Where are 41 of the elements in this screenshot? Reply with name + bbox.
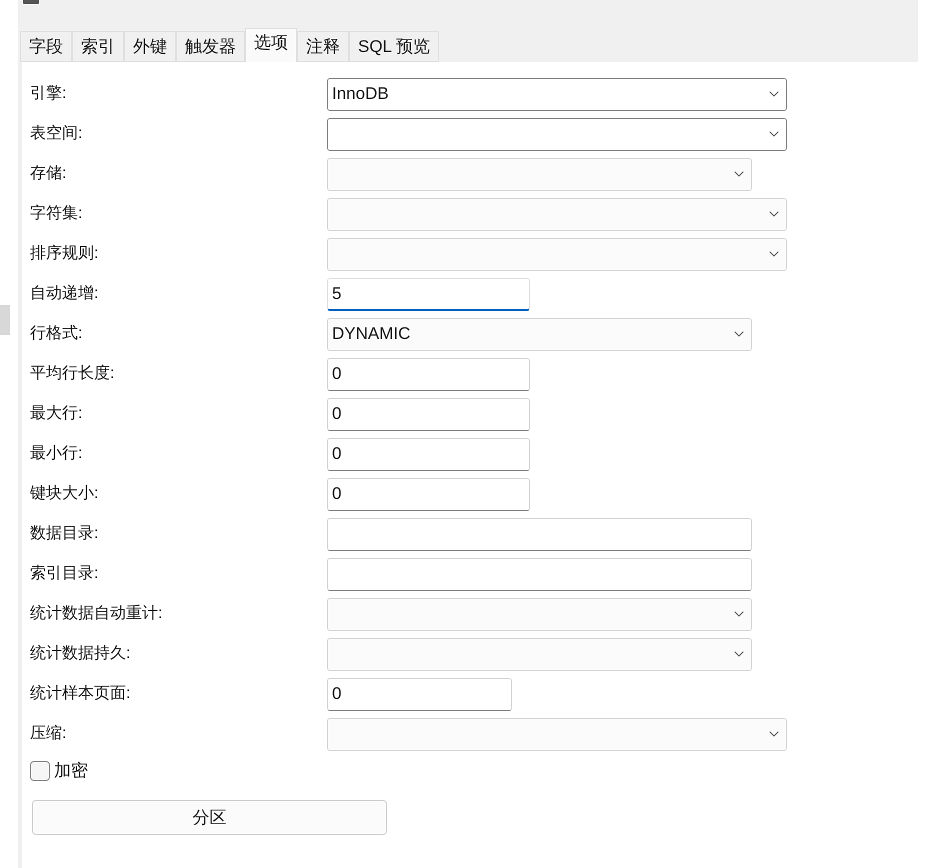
tab[interactable]: 触发器 [176, 31, 245, 62]
field-label: 引擎: [29, 84, 68, 104]
dropdown-value: InnoDB [332, 83, 389, 106]
field-label: 平均行长度: [29, 364, 116, 384]
tab[interactable]: 字段 [20, 31, 72, 62]
field-label: 压缩: [29, 724, 68, 744]
checkbox[interactable] [30, 761, 50, 781]
field-label: 最小行: [29, 444, 84, 464]
tab[interactable]: SQL 预览 [349, 31, 440, 62]
input-field[interactable] [327, 518, 752, 550]
field-label: 数据目录: [29, 524, 100, 544]
input-field[interactable]: 0 [327, 398, 530, 430]
input-field[interactable] [327, 558, 752, 590]
field-label: 索引目录: [29, 564, 100, 584]
checkbox-label: 加密 [54, 760, 88, 782]
dropdown[interactable]: InnoDB [327, 78, 787, 110]
tab[interactable]: 索引 [72, 31, 124, 62]
tab[interactable]: 注释 [297, 31, 349, 62]
field-label: 排序规则: [29, 244, 100, 264]
field-label: 存储: [29, 164, 68, 184]
field-label: 键块大小: [29, 484, 100, 504]
field-label: 行格式: [29, 324, 84, 344]
splitter-handle[interactable] [0, 305, 10, 335]
field-label: 表空间: [29, 124, 84, 144]
dropdown-value: DYNAMIC [332, 323, 410, 346]
input-field[interactable]: 0 [327, 358, 530, 390]
dropdown[interactable] [327, 118, 787, 150]
input-field[interactable]: 5 [327, 278, 530, 310]
tab[interactable]: 选项 [245, 28, 297, 62]
tab[interactable]: 外键 [124, 31, 176, 62]
field-label: 统计数据自动重计: [29, 604, 164, 624]
field-label: 统计样本页面: [29, 684, 132, 704]
field-label: 统计数据持久: [29, 644, 132, 664]
input-field[interactable]: 0 [327, 478, 530, 510]
field-label: 自动递增: [29, 284, 100, 304]
partition-button[interactable]: 分区 [32, 800, 387, 835]
field-label: 字符集: [29, 204, 84, 224]
field-label: 最大行: [29, 404, 84, 424]
input-field[interactable]: 0 [327, 438, 530, 470]
dropdown[interactable]: DYNAMIC [327, 318, 752, 350]
input-field[interactable]: 0 [327, 678, 512, 710]
